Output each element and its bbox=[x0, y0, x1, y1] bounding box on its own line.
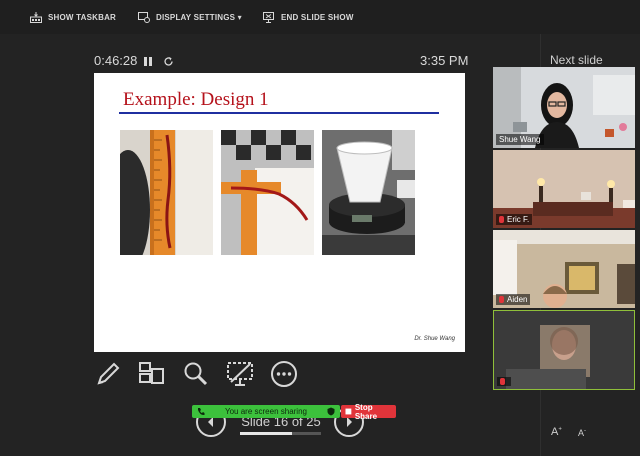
slide-credit: Dr. Shue Wang bbox=[414, 336, 455, 342]
title-underline bbox=[119, 112, 439, 114]
participant-tile[interactable]: Aiden bbox=[493, 230, 635, 308]
increase-font-button[interactable]: A+ bbox=[551, 426, 562, 438]
muted-mic-icon bbox=[500, 378, 505, 385]
screen-sharing-banner[interactable]: You are screen sharing bbox=[192, 405, 340, 418]
screen-sharing-status: You are screen sharing bbox=[225, 407, 307, 416]
slide-photo-ruler bbox=[120, 130, 213, 255]
participant-video bbox=[494, 311, 634, 389]
participant-name-tag: Shue Wang bbox=[496, 134, 544, 145]
end-slide-show-label: END SLIDE SHOW bbox=[281, 12, 354, 22]
pause-timer-button[interactable] bbox=[143, 54, 153, 72]
presenter-toolbar: SHOW TASKBAR DISPLAY SETTINGS ▾ END SLID… bbox=[0, 0, 640, 34]
participant-tile[interactable]: Shue Wang bbox=[493, 67, 635, 148]
stop-share-label: Stop Share bbox=[354, 402, 378, 421]
more-options-button[interactable] bbox=[270, 360, 298, 393]
display-settings-button[interactable]: DISPLAY SETTINGS ▾ bbox=[138, 10, 242, 24]
display-settings-label: DISPLAY SETTINGS ▾ bbox=[156, 12, 242, 22]
slide-progress-fill bbox=[240, 432, 292, 435]
shield-icon bbox=[327, 407, 335, 416]
phone-icon bbox=[198, 408, 205, 416]
reset-icon bbox=[164, 57, 173, 66]
slide-title: Example: Design 1 bbox=[123, 89, 269, 110]
slide-progress-bar bbox=[240, 432, 321, 435]
current-slide: Example: Design 1 Dr. Shue Wang bbox=[94, 73, 465, 352]
participant-tile[interactable]: Eric F. bbox=[493, 150, 635, 228]
participant-name: Aiden bbox=[507, 295, 528, 304]
muted-mic-icon bbox=[499, 216, 504, 223]
end-show-icon bbox=[263, 11, 274, 23]
elapsed-timer: 0:46:28 bbox=[94, 53, 138, 68]
stop-share-button[interactable]: Stop Share bbox=[341, 402, 396, 421]
muted-mic-icon bbox=[499, 296, 504, 303]
participant-name: Shue Wang bbox=[499, 135, 541, 144]
participant-name-tag: Aiden bbox=[496, 294, 531, 305]
slide-photo-measure bbox=[221, 130, 314, 255]
reset-timer-button[interactable] bbox=[163, 54, 174, 72]
participant-name-tag bbox=[497, 377, 511, 386]
display-settings-icon bbox=[138, 11, 150, 23]
show-taskbar-button[interactable]: SHOW TASKBAR bbox=[30, 10, 116, 24]
pause-icon bbox=[144, 57, 152, 66]
participant-name-tag: Eric F. bbox=[496, 214, 533, 225]
slides-grid-icon bbox=[139, 362, 164, 384]
pen-tool-button[interactable] bbox=[94, 360, 122, 393]
participant-name: Eric F. bbox=[507, 215, 530, 224]
more-icon bbox=[271, 361, 297, 387]
zoom-button[interactable] bbox=[182, 360, 210, 393]
participant-tile-active[interactable] bbox=[493, 310, 635, 390]
pen-icon bbox=[97, 362, 120, 385]
show-taskbar-label: SHOW TASKBAR bbox=[48, 12, 117, 22]
stop-icon bbox=[345, 408, 352, 415]
see-all-slides-button[interactable] bbox=[138, 360, 166, 393]
plus-superscript: + bbox=[558, 426, 562, 433]
end-slide-show-button[interactable]: END SLIDE SHOW bbox=[263, 10, 354, 24]
decrease-font-button[interactable]: A- bbox=[578, 428, 586, 438]
magnifier-icon bbox=[184, 362, 208, 386]
current-time: 3:35 PM bbox=[420, 53, 469, 68]
black-screen-icon bbox=[227, 362, 253, 386]
taskbar-icon bbox=[30, 11, 42, 23]
minus-superscript: - bbox=[584, 428, 587, 434]
black-screen-button[interactable] bbox=[226, 360, 254, 393]
next-slide-label: Next slide bbox=[550, 53, 603, 67]
slide-photo-scale bbox=[322, 130, 415, 255]
